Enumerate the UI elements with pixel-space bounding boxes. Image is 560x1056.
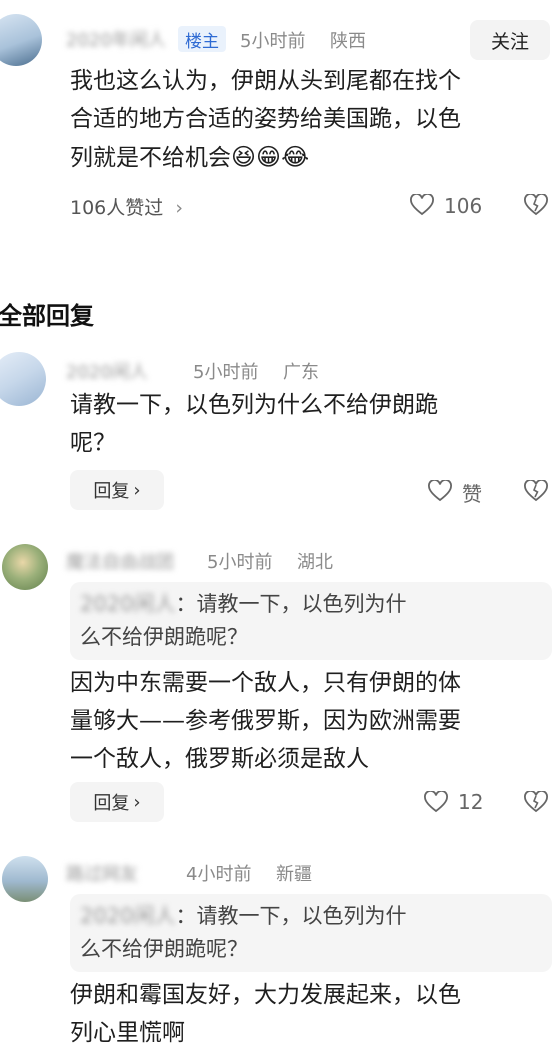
avatar[interactable] xyxy=(0,14,42,66)
reply-time: 4小时前 xyxy=(186,864,252,885)
avatar[interactable] xyxy=(0,352,46,406)
dislike-broken-heart-icon[interactable] xyxy=(524,791,548,813)
reply-location: 湖北 xyxy=(297,552,333,573)
author-name[interactable]: 魔法自由战团 xyxy=(66,548,174,574)
laughing-emoji-icon: 😆 xyxy=(231,143,257,171)
reply-time: 5小时前 xyxy=(207,552,273,573)
quote-line: ：请教一下，以色列为什 xyxy=(175,904,407,928)
reply-line: 列心里慌啊 xyxy=(70,1020,185,1046)
like-count: 106 xyxy=(444,194,483,218)
like-heart-icon[interactable] xyxy=(428,480,452,502)
reply-body: 因为中东需要一个敌人，只有伊朗的体 量够大——参考俄罗斯，因为欧洲需要 一个敌人… xyxy=(70,664,550,778)
author-name[interactable]: 2020年闲人 xyxy=(66,26,166,52)
like-label: 赞 xyxy=(462,482,482,506)
section-title: 全部回复 xyxy=(0,302,94,330)
chevron-right-icon: › xyxy=(133,791,141,813)
reply-line: 请教一下，以色列为什么不给伊朗跪 xyxy=(70,392,438,418)
reply-line: 量够大——参考俄罗斯，因为欧洲需要 xyxy=(70,708,461,734)
quote-line: ：请教一下，以色列为什 xyxy=(175,592,407,616)
quote-line: 么不给伊朗跪呢？ xyxy=(80,625,248,649)
post-location: 陕西 xyxy=(330,31,366,52)
reply-body: 伊朗和霉国友好，大力发展起来，以色 列心里慌啊 xyxy=(70,976,550,1052)
post-line: 合适的地方合适的姿势给美国跪，以色 xyxy=(70,106,461,132)
grinning-emoji-icon: 😁 xyxy=(256,143,282,171)
tears-of-joy-emoji-icon: 😂 xyxy=(281,143,310,171)
reply-location: 广东 xyxy=(283,362,319,383)
reply-button[interactable]: 回复 › xyxy=(70,782,164,822)
reply-line: 伊朗和霉国友好，大力发展起来，以色 xyxy=(70,982,461,1008)
post-time: 5小时前 xyxy=(240,31,306,52)
dislike-broken-heart-icon[interactable] xyxy=(524,194,548,216)
author-name[interactable]: 路过网友 xyxy=(66,860,138,886)
like-count: 12 xyxy=(458,790,484,814)
likes-summary-link[interactable]: 106人赞过 › xyxy=(70,193,183,220)
quoted-author-name[interactable]: 2020闲人 xyxy=(80,904,175,928)
reply-time: 5小时前 xyxy=(193,362,259,383)
chevron-right-icon: › xyxy=(175,197,183,219)
post-line: 我也这么认为，伊朗从头到尾都在找个 xyxy=(70,68,461,94)
op-badge: 楼主 xyxy=(178,26,226,52)
quoted-reply: 2020闲人：请教一下，以色列为什 么不给伊朗跪呢？ xyxy=(70,582,552,660)
avatar[interactable] xyxy=(2,544,48,590)
follow-button[interactable]: 关注 xyxy=(470,20,550,60)
like-heart-icon[interactable] xyxy=(424,791,448,813)
reply-button[interactable]: 回复 › xyxy=(70,470,164,510)
chevron-right-icon: › xyxy=(133,479,141,501)
reply-line: 因为中东需要一个敌人，只有伊朗的体 xyxy=(70,670,461,696)
quote-line: 么不给伊朗跪呢？ xyxy=(80,937,248,961)
reply-line: 呢？ xyxy=(70,430,116,456)
author-name[interactable]: 2020闲人 xyxy=(66,358,148,384)
post-line: 列就是不给机会😆😁😂 xyxy=(70,143,310,171)
like-heart-icon[interactable] xyxy=(410,194,434,216)
quoted-author-name[interactable]: 2020闲人 xyxy=(80,592,175,616)
post-body: 我也这么认为，伊朗从头到尾都在找个 合适的地方合适的姿势给美国跪，以色 列就是不… xyxy=(70,62,550,177)
avatar[interactable] xyxy=(2,856,48,902)
reply-line: 一个敌人，俄罗斯必须是敌人 xyxy=(70,746,369,772)
reply-body: 请教一下，以色列为什么不给伊朗跪 呢？ xyxy=(70,386,550,462)
reply-location: 新疆 xyxy=(276,864,312,885)
quoted-reply: 2020闲人：请教一下，以色列为什 么不给伊朗跪呢？ xyxy=(70,894,552,972)
dislike-broken-heart-icon[interactable] xyxy=(524,480,548,502)
